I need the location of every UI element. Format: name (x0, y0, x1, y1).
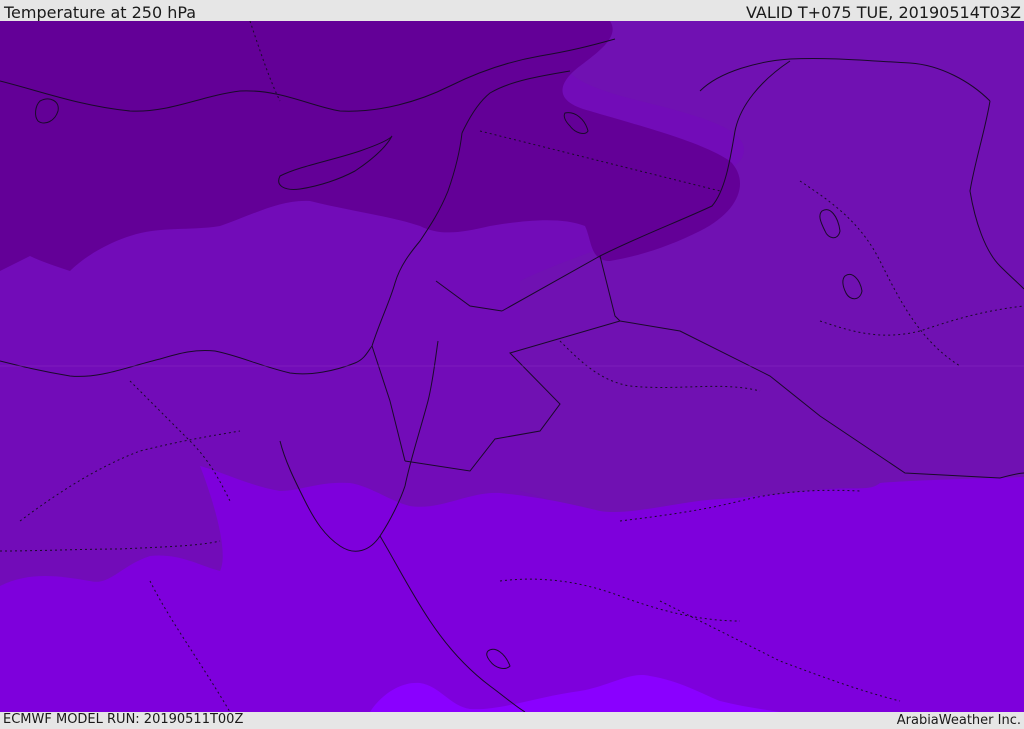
header-bar: Temperature at 250 hPa VALID T+075 TUE, … (0, 0, 1024, 22)
map-title: Temperature at 250 hPa (4, 3, 197, 22)
footer-bar: ECMWF MODEL RUN: 20190511T00Z ArabiaWeat… (0, 712, 1024, 729)
model-run-label: ECMWF MODEL RUN: 20190511T00Z (3, 712, 244, 727)
temperature-map[interactable] (0, 21, 1024, 712)
credit-label: ArabiaWeather Inc. (896, 713, 1021, 728)
valid-time-label: VALID T+075 TUE, 20190514T03Z (745, 3, 1021, 22)
map-canvas (0, 21, 1024, 712)
